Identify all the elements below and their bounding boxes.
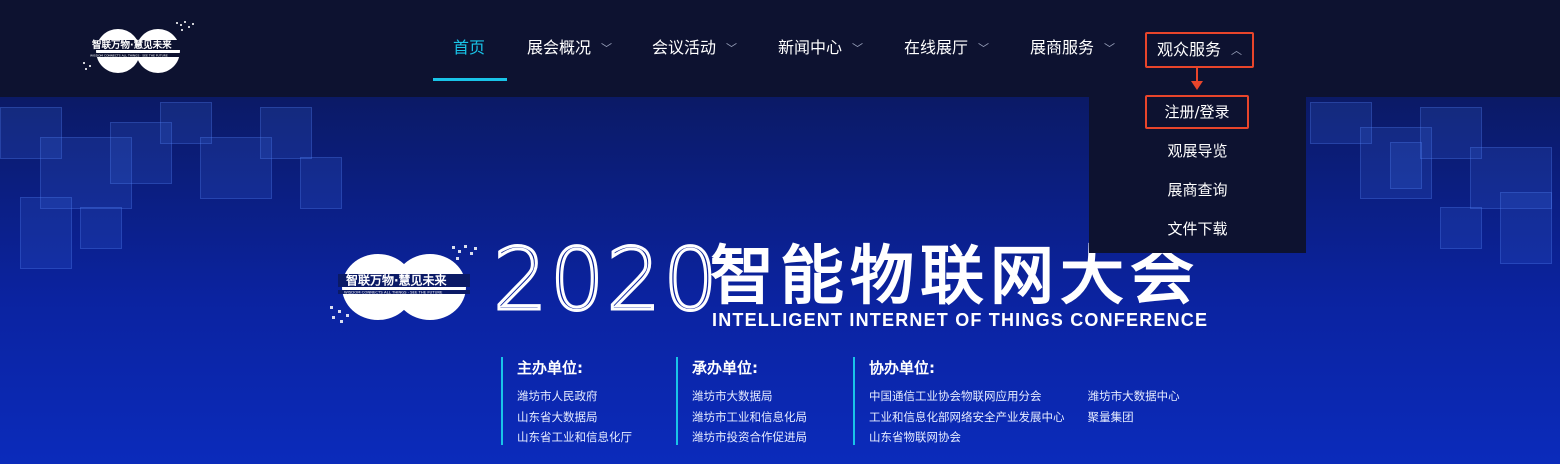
co-organizer-line: 山东省物联网协会	[869, 430, 961, 444]
chevron-down-icon: ﹀	[601, 42, 613, 55]
bg-square	[1390, 142, 1422, 189]
undertaker-column: 承办单位: 潍坊市大数据局 潍坊市工业和信息化局 潍坊市投资合作促进局	[676, 357, 807, 445]
top-navbar: 智联万物·慧见未来 WISDOM CONNECTS ALL THINGS · S…	[0, 0, 1560, 97]
chevron-down-icon: ﹀	[1104, 42, 1116, 55]
bg-square	[80, 207, 122, 249]
organizer-title: 主办单位:	[517, 359, 583, 377]
organizer-line: 山东省大数据局	[517, 409, 598, 424]
co-organizer-list-2: 潍坊市大数据中心 聚量集团	[1088, 386, 1180, 427]
bg-square	[1440, 207, 1482, 249]
bg-square	[1500, 192, 1552, 264]
undertaker-line: 潍坊市大数据局	[692, 389, 773, 403]
bg-square	[300, 157, 342, 209]
organizer-column: 主办单位: 潍坊市人民政府 山东省大数据局 山东省工业和信息化厅	[501, 357, 632, 445]
logo-text-cn: 智联万物·慧见未来	[92, 39, 172, 51]
nav-online-hall[interactable]: 在线展厅 ﹀	[904, 30, 989, 66]
nav-news[interactable]: 新闻中心 ﹀	[778, 30, 863, 66]
hero-year: 2020	[492, 229, 720, 332]
undertaker-line: 潍坊市投资合作促进局	[692, 430, 807, 444]
co-organizer-column: 协办单位: 中国通信工业协会物联网应用分会 工业和信息化部网络安全产业发展中心 …	[853, 357, 1198, 445]
undertaker-line: 潍坊市工业和信息化局	[692, 409, 807, 424]
dropdown-register-login[interactable]: 注册/登录	[1145, 95, 1249, 129]
undertaker-title: 承办单位:	[692, 359, 758, 377]
nav-visitor-services[interactable]: 观众服务 ︿	[1145, 32, 1255, 68]
conference-logo[interactable]: 智联万物·慧见未来 WISDOM CONNECTS ALL THINGS · S…	[80, 18, 198, 76]
visitor-services-dropdown: 注册/登录 观展导览 展商查询 文件下载	[1089, 82, 1306, 253]
logo-text-en: WISDOM CONNECTS ALL THINGS · SEE THE FUT…	[90, 54, 168, 58]
annotation-arrow-head	[1191, 81, 1203, 90]
organizer-line: 潍坊市人民政府	[517, 389, 598, 403]
nav-home[interactable]: 首页	[453, 30, 485, 66]
nav-news-label: 新闻中心	[778, 38, 843, 57]
hero-logo: 智联万物·慧见未来 WISDOM CONNECTS ALL THINGS · S…	[330, 245, 477, 323]
chevron-down-icon: ﹀	[726, 42, 738, 55]
co-organizer-line: 聚量集团	[1087, 409, 1134, 424]
nav-exhibitor-services[interactable]: 展商服务 ﹀	[1030, 30, 1115, 66]
hero-subtitle: INTELLIGENT INTERNET OF THINGS CONFERENC…	[712, 310, 1209, 330]
co-organizer-line: 潍坊市大数据中心	[1087, 389, 1180, 403]
dropdown-file-download[interactable]: 文件下载	[1089, 214, 1306, 244]
nav-visitor-services-label: 观众服务	[1157, 40, 1222, 59]
hero-logo-text-cn: 智联万物·慧见未来	[345, 273, 448, 288]
co-organizer-line: 工业和信息化部网络安全产业发展中心	[869, 409, 1065, 424]
co-organizer-list-1: 中国通信工业协会物联网应用分会 工业和信息化部网络安全产业发展中心 山东省物联网…	[869, 386, 1065, 448]
organizer-line: 山东省工业和信息化厅	[517, 430, 632, 444]
nav-home-label: 首页	[453, 38, 486, 57]
bg-square	[20, 197, 72, 269]
hero-banner: 智联万物·慧见未来 WISDOM CONNECTS ALL THINGS · S…	[0, 97, 1560, 464]
hero-logo-text-en: WISDOM CONNECTS ALL THINGS · SEE THE FUT…	[344, 290, 443, 295]
co-organizer-line: 中国通信工业协会物联网应用分会	[869, 389, 1042, 403]
chevron-up-icon: ︿	[1231, 44, 1243, 57]
bg-square	[260, 107, 312, 159]
dropdown-exhibitor-search[interactable]: 展商查询	[1089, 175, 1306, 205]
nav-expo-overview-label: 展会概况	[527, 38, 592, 57]
nav-active-indicator	[433, 78, 507, 81]
nav-expo-overview[interactable]: 展会概况 ﹀	[527, 30, 612, 66]
dropdown-visit-guide[interactable]: 观展导览	[1089, 136, 1306, 166]
nav-meetings[interactable]: 会议活动 ﹀	[652, 30, 737, 66]
nav-meetings-label: 会议活动	[652, 38, 717, 57]
chevron-down-icon: ﹀	[852, 42, 864, 55]
co-organizer-title: 协办单位:	[869, 359, 935, 377]
nav-online-hall-label: 在线展厅	[904, 38, 969, 57]
chevron-down-icon: ﹀	[978, 42, 990, 55]
nav-exhibitor-services-label: 展商服务	[1030, 38, 1095, 57]
